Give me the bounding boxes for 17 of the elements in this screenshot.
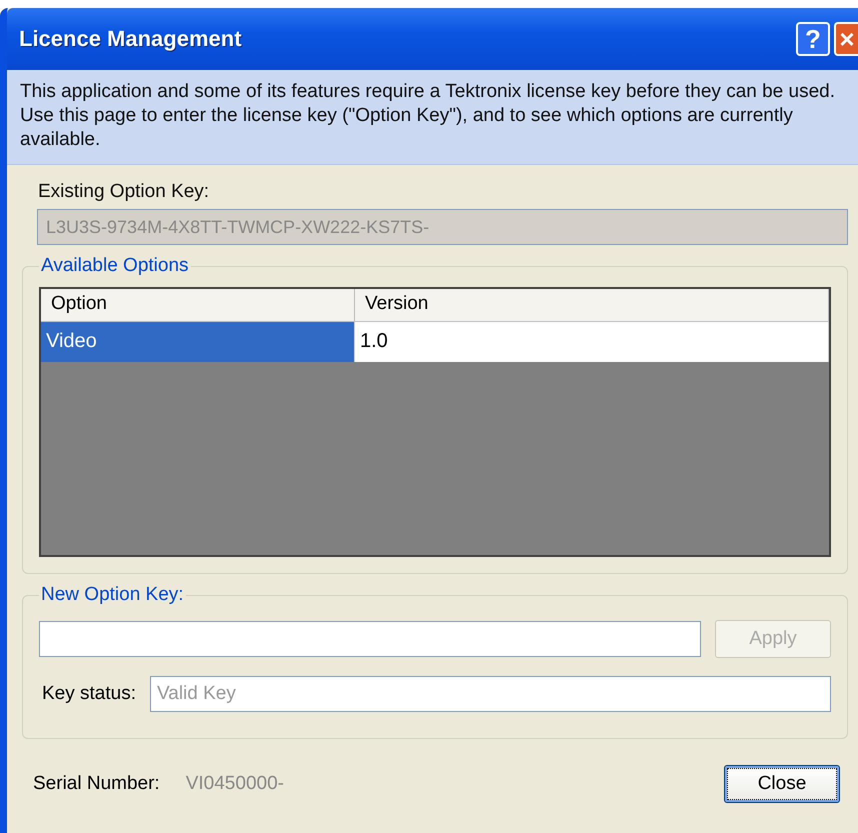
serial-number: VI0450000- bbox=[186, 773, 284, 795]
field-label: Existing Option Key: bbox=[38, 181, 210, 203]
window-title: Licence Management bbox=[19, 26, 243, 52]
table-cell[interactable]: 1.0 bbox=[355, 322, 829, 362]
field-label: Serial Number: bbox=[33, 773, 160, 795]
field-label: Key status: bbox=[42, 683, 136, 705]
close-button[interactable]: × bbox=[834, 22, 858, 56]
existing-key-field: L3U3S-9734M-4X8TT-TWMCP-XW222-KS7TS- bbox=[37, 209, 848, 245]
column-header[interactable]: Option bbox=[41, 289, 355, 321]
close-button[interactable]: Close bbox=[724, 765, 840, 803]
column-header[interactable]: Version bbox=[355, 289, 829, 321]
input-field[interactable] bbox=[39, 621, 701, 657]
table-cell[interactable]: Video bbox=[41, 322, 355, 362]
group-title: New Option Key: bbox=[40, 584, 185, 606]
group-title: Available Options bbox=[40, 255, 190, 277]
description-text: This application and some of its features require a Tektronix license key before they can be used. Use this page to enter the license key ("Option Key"), and to see which options are currently available. bbox=[20, 80, 836, 152]
help-button[interactable]: ? bbox=[796, 22, 830, 56]
